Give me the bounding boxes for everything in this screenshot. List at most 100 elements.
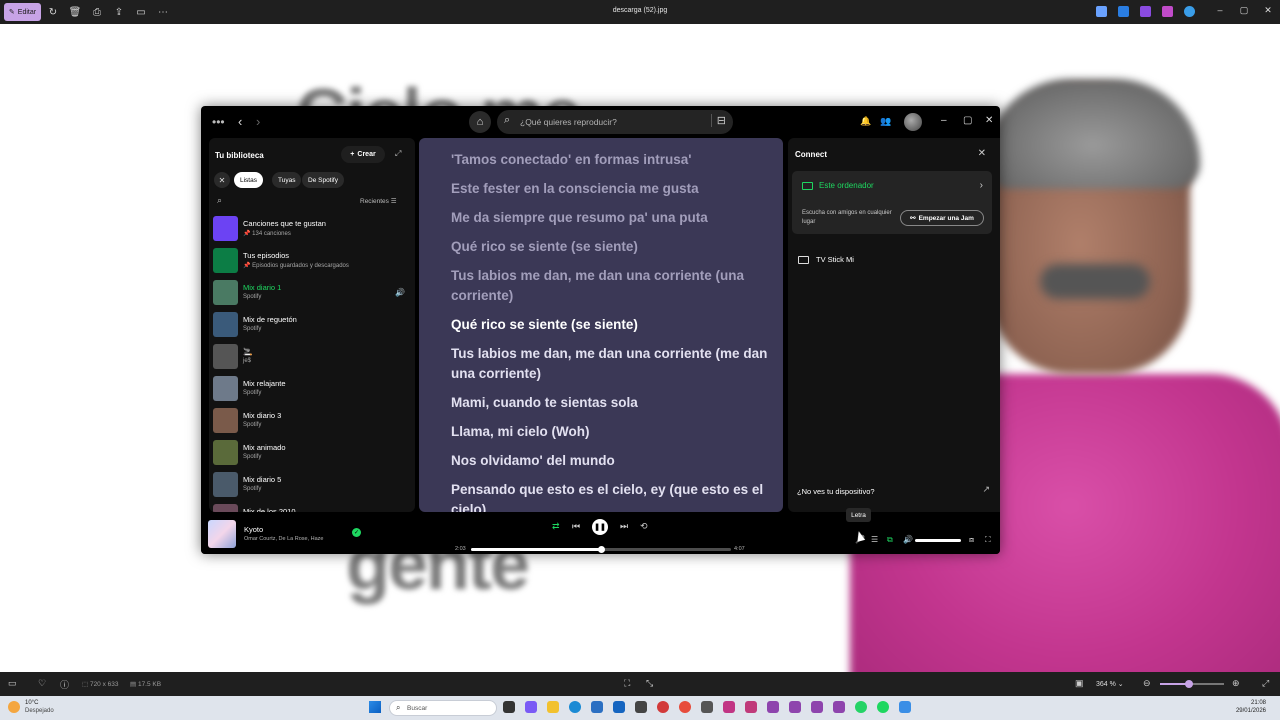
app-icon-purple-4[interactable]: [833, 701, 845, 713]
volume-icon[interactable]: 🔊: [903, 535, 913, 544]
lyric-line[interactable]: Mami, cuando te sientas sola: [451, 393, 771, 413]
lyric-line[interactable]: 'Tamos conectado' en formas intrusa': [451, 150, 771, 170]
forward-icon[interactable]: ›: [256, 114, 260, 129]
saved-check-icon[interactable]: ✓: [352, 528, 361, 537]
filter-chip-tuyas[interactable]: Tuyas: [272, 172, 302, 188]
fit-window-icon[interactable]: ▣: [1075, 678, 1084, 689]
home-icon[interactable]: ⌂: [469, 111, 491, 133]
current-device[interactable]: Este ordenador: [802, 181, 874, 190]
fullscreen-icon[interactable]: ⛶: [985, 535, 991, 545]
device-tv-stick[interactable]: TV Stick Mi: [798, 255, 854, 264]
zoom-level[interactable]: 364 % ⌄: [1096, 680, 1124, 688]
app-icon-pink[interactable]: [745, 701, 757, 713]
sort-button[interactable]: Recientes ☰: [360, 197, 397, 205]
progress-bar[interactable]: [471, 546, 731, 553]
lyric-line[interactable]: Nos olvidamo' del mundo: [451, 451, 771, 471]
filmstrip-icon[interactable]: ▭: [8, 678, 17, 689]
library-item[interactable]: Mix diario 1 Spotify 🔊: [213, 278, 411, 308]
track-artists[interactable]: Omar Courtz, De La Rose, Haze: [244, 536, 323, 542]
album-art[interactable]: [208, 520, 236, 548]
chrome-icon[interactable]: [679, 701, 691, 713]
pause-button[interactable]: ❚❚: [592, 519, 608, 535]
library-item[interactable]: 🚬 je$: [213, 342, 411, 372]
maximize-icon[interactable]: ▢: [1238, 5, 1250, 16]
app-icon-dark[interactable]: [701, 701, 713, 713]
app-icon-purple-2[interactable]: [789, 701, 801, 713]
whatsapp-icon[interactable]: [855, 701, 867, 713]
outlook-icon[interactable]: [613, 701, 625, 713]
close-icon[interactable]: ✕: [1262, 5, 1274, 16]
avatar[interactable]: [904, 113, 922, 131]
taskbar-search[interactable]: ⌕ Buscar: [389, 700, 497, 716]
info-icon[interactable]: ⓘ: [60, 678, 69, 691]
miniplayer-icon[interactable]: ⧈: [969, 535, 974, 545]
menu-icon[interactable]: •••: [212, 115, 225, 129]
library-item[interactable]: Mix relajante Spotify: [213, 374, 411, 404]
library-item[interactable]: Mix de los 2010: [213, 502, 411, 512]
library-item[interactable]: Canciones que te gustan 📌 134 canciones: [213, 214, 411, 244]
volume-slider[interactable]: [915, 539, 961, 542]
clock-time[interactable]: 21:08: [1251, 700, 1266, 706]
browse-icon[interactable]: ⊟: [710, 114, 726, 127]
library-search-icon[interactable]: ⌕: [217, 195, 222, 206]
onedrive-icon[interactable]: [1184, 6, 1195, 17]
app-icon-1[interactable]: [1118, 6, 1129, 17]
start-jam-button[interactable]: ⚯ Empezar una Jam: [900, 210, 984, 226]
zoom-in-icon[interactable]: ⊕: [1232, 678, 1240, 689]
file-explorer-icon[interactable]: [547, 701, 559, 713]
lyric-line-current[interactable]: Qué rico se siente (se siente): [451, 315, 771, 335]
next-icon[interactable]: ⏭: [620, 521, 628, 532]
weather-icon[interactable]: [8, 701, 20, 713]
lyric-line[interactable]: Tus labios me dan, me dan una corriente …: [451, 266, 771, 306]
external-link-icon[interactable]: ↗: [982, 484, 990, 495]
maximize-icon[interactable]: ▢: [963, 115, 972, 126]
lyric-line[interactable]: Qué rico se siente (se siente): [451, 237, 771, 257]
library-item[interactable]: Mix animado Spotify: [213, 438, 411, 468]
lyric-line[interactable]: Tus labios me dan, me dan una corriente …: [451, 344, 771, 384]
edge-icon[interactable]: [569, 701, 581, 713]
queue-icon[interactable]: ☰: [871, 535, 878, 544]
search-field[interactable]: ⌕ ¿Qué quieres reproducir? ⊟: [497, 110, 733, 134]
create-button[interactable]: + Crear: [341, 146, 385, 163]
minimize-icon[interactable]: –: [941, 115, 947, 126]
app-icon-2[interactable]: [1140, 6, 1151, 17]
expand-icon[interactable]: ⤢: [1262, 678, 1269, 689]
repeat-icon[interactable]: ⟲: [640, 521, 648, 532]
favorite-icon[interactable]: ♡: [38, 678, 46, 689]
filter-chip-de-spotify[interactable]: De Spotify: [302, 172, 344, 188]
crop-fit-icon[interactable]: ⛶: [624, 678, 630, 689]
library-item[interactable]: Tus episodios 📌 Episodios guardados y des…: [213, 246, 411, 276]
filter-chip-listas[interactable]: Listas: [234, 172, 263, 188]
expand-icon[interactable]: ⤢: [395, 149, 401, 159]
spotify-icon[interactable]: [877, 701, 889, 713]
lyric-line[interactable]: Llama, mi cielo (Woh): [451, 422, 771, 442]
photos-icon[interactable]: [899, 701, 911, 713]
zoom-out-icon[interactable]: ⊖: [1143, 678, 1151, 689]
lyric-line[interactable]: Me da siempre que resumo pa' una puta: [451, 208, 771, 228]
app-icon-red[interactable]: [657, 701, 669, 713]
connect-device-icon[interactable]: ⧉: [887, 535, 893, 545]
shuffle-icon[interactable]: ⇄: [552, 521, 560, 532]
weather-temp[interactable]: 10°C: [25, 700, 38, 706]
store-icon[interactable]: [591, 701, 603, 713]
app-icon-purple-1[interactable]: [767, 701, 779, 713]
back-icon[interactable]: ‹: [238, 114, 242, 129]
minimize-icon[interactable]: –: [1214, 5, 1226, 15]
zoom-handle[interactable]: [1185, 680, 1193, 688]
friends-icon[interactable]: 👥: [880, 116, 891, 127]
copilot-icon[interactable]: [525, 701, 537, 713]
task-view-icon[interactable]: [503, 701, 515, 713]
close-icon[interactable]: ✕: [978, 148, 986, 159]
clear-filter-icon[interactable]: ✕: [214, 172, 230, 188]
windows-start-icon[interactable]: [369, 701, 381, 713]
weather-desc[interactable]: Despejado: [25, 708, 54, 714]
library-item[interactable]: Mix diario 3 Spotify: [213, 406, 411, 436]
chevron-right-icon[interactable]: ›: [980, 180, 983, 191]
help-link[interactable]: ¿No ves tu dispositivo?: [797, 487, 875, 496]
copilot-icon[interactable]: [1096, 6, 1107, 17]
bell-icon[interactable]: 🔔: [860, 116, 871, 127]
progress-handle[interactable]: [598, 546, 605, 553]
actual-size-icon[interactable]: ⤡: [646, 678, 653, 689]
app-icon-purple-3[interactable]: [811, 701, 823, 713]
track-title[interactable]: Kyoto: [244, 525, 263, 534]
